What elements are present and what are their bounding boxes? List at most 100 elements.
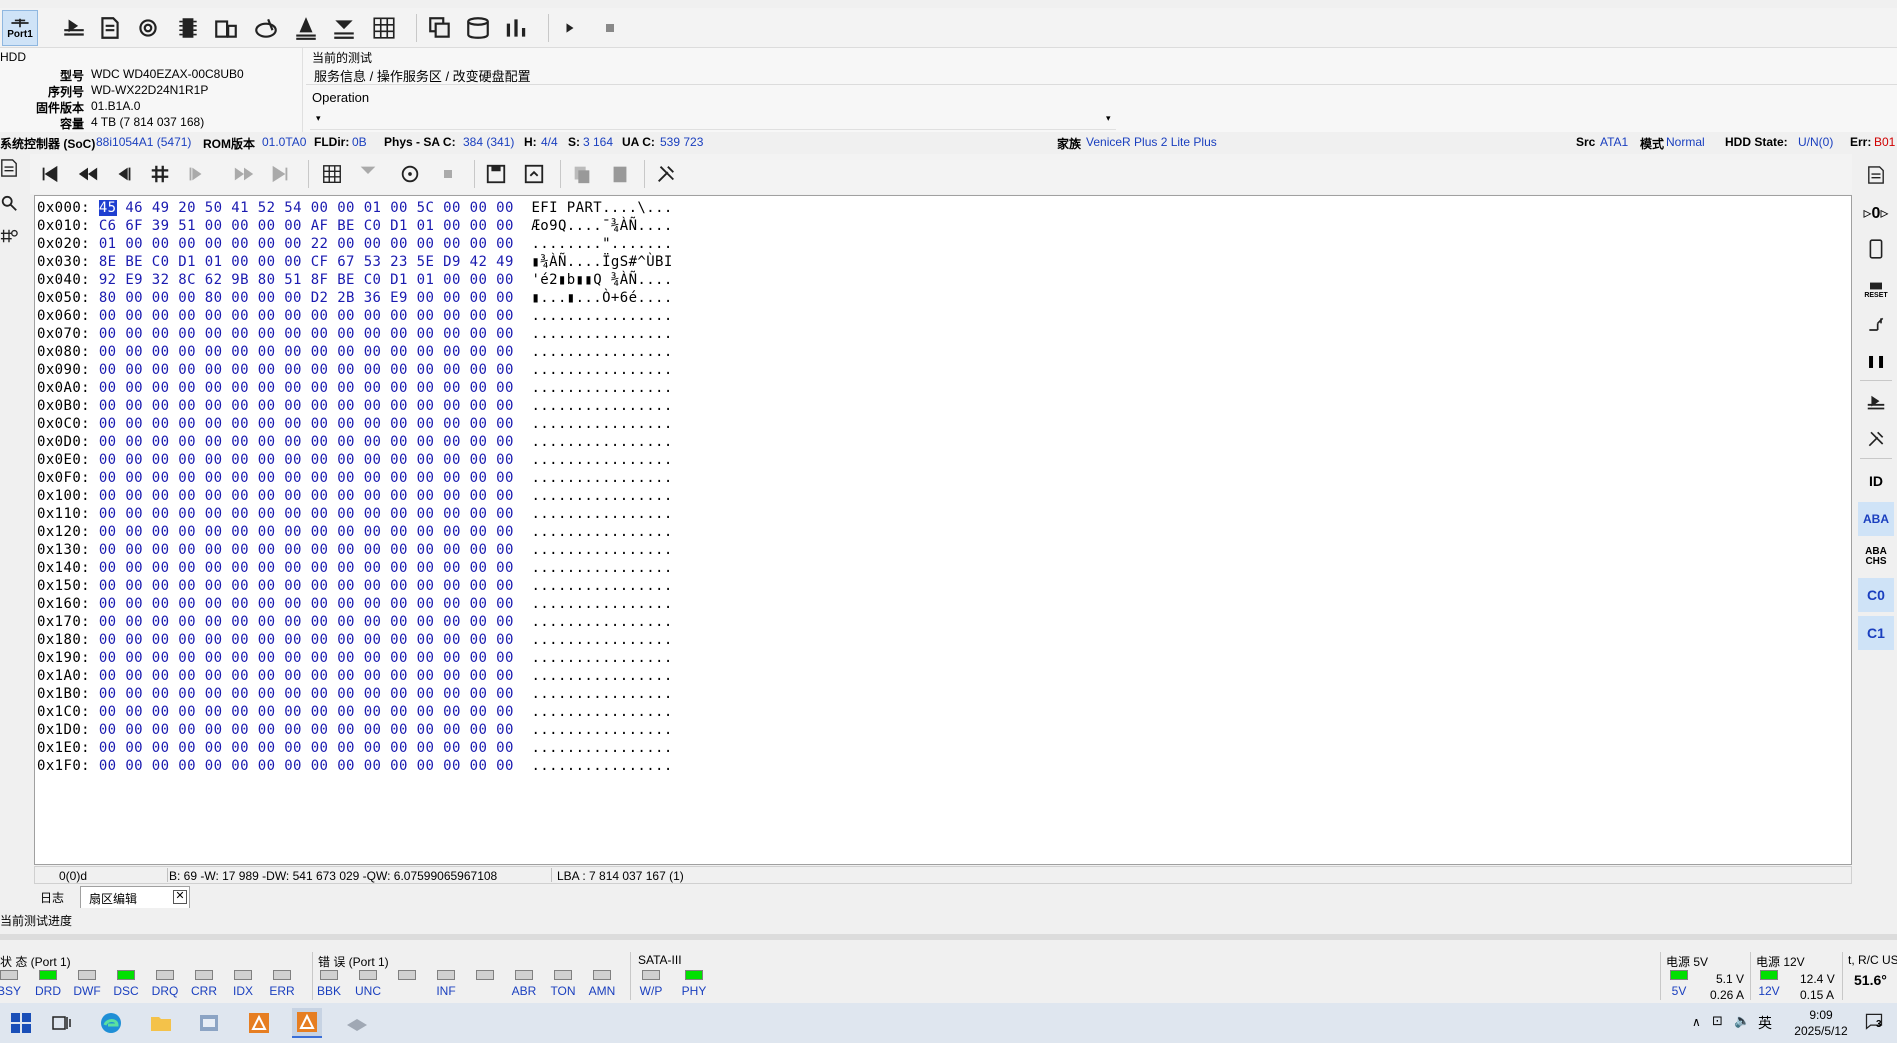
hex-row[interactable]: 0x160: 00 00 00 00 00 00 00 00 00 00 00 … [37, 596, 673, 614]
hex-row-ascii[interactable]: ................ [531, 758, 672, 774]
hex-row[interactable]: 0x180: 00 00 00 00 00 00 00 00 00 00 00 … [37, 632, 673, 650]
hex-row-ascii[interactable]: ................ [531, 524, 672, 540]
hex-row-ascii[interactable]: ................ [531, 344, 672, 360]
hex-row[interactable]: 0x020: 01 00 00 00 00 00 00 00 22 00 00 … [37, 236, 673, 254]
right-tools-button[interactable] [1858, 422, 1894, 456]
hex-row-bytes[interactable]: 00 00 00 00 00 00 00 00 00 00 00 00 00 0… [99, 650, 514, 666]
hex-row[interactable]: 0x060: 00 00 00 00 00 00 00 00 00 00 00 … [37, 308, 673, 326]
hdd-tool-button[interactable] [342, 1008, 372, 1038]
hex-row-bytes[interactable]: 00 00 00 00 00 00 00 00 00 00 00 00 00 0… [99, 362, 514, 378]
pc3000-button[interactable] [244, 1008, 274, 1038]
hex-row-ascii[interactable]: ................ [531, 560, 672, 576]
hex-row-bytes[interactable]: 00 00 00 00 00 00 00 00 00 00 00 00 00 0… [99, 560, 514, 576]
hex-row-ascii[interactable]: ▮¾ÀÑ....ÏgS#^ÙBI [531, 254, 672, 270]
hex-row-ascii[interactable]: ................ [531, 506, 672, 522]
hex-row[interactable]: 0x120: 00 00 00 00 00 00 00 00 00 00 00 … [37, 524, 673, 542]
hex-row-bytes[interactable]: 00 00 00 00 00 00 00 00 00 00 00 00 00 0… [99, 614, 514, 630]
hex-row-ascii[interactable]: 'é2▮b▮▮Q ¾ÀÑ.... [531, 272, 672, 288]
hex-row-ascii[interactable]: ........"....... [531, 236, 672, 252]
copy-sector-button[interactable] [568, 160, 596, 188]
right-save-button[interactable] [1858, 386, 1894, 420]
hex-row-bytes[interactable]: 00 00 00 00 00 00 00 00 00 00 00 00 00 0… [99, 596, 514, 612]
hex-row[interactable]: 0x000: 45 46 49 20 50 41 52 54 00 00 01 … [37, 200, 673, 218]
hex-row-ascii[interactable]: ................ [531, 632, 672, 648]
hex-row-bytes[interactable]: 00 00 00 00 00 00 00 00 00 00 00 00 00 0… [99, 308, 514, 324]
hex-row[interactable]: 0x1E0: 00 00 00 00 00 00 00 00 00 00 00 … [37, 740, 673, 758]
hex-row-bytes[interactable]: 00 00 00 00 00 00 00 00 00 00 00 00 00 0… [99, 326, 514, 342]
hex-row-bytes[interactable]: 00 00 00 00 00 00 00 00 00 00 00 00 00 0… [99, 380, 514, 396]
c0-button[interactable]: C0 [1858, 578, 1894, 612]
hex-row-ascii[interactable]: ................ [531, 380, 672, 396]
hex-row-ascii[interactable]: ................ [531, 668, 672, 684]
save-sector-button[interactable] [482, 160, 510, 188]
hex-row[interactable]: 0x0B0: 00 00 00 00 00 00 00 00 00 00 00 … [37, 398, 673, 416]
hex-row-ascii[interactable]: ................ [531, 488, 672, 504]
hex-row-ascii[interactable]: ................ [531, 434, 672, 450]
hex-row[interactable]: 0x080: 00 00 00 00 00 00 00 00 00 00 00 … [37, 344, 673, 362]
hex-row-ascii[interactable]: ................ [531, 362, 672, 378]
hex-row-ascii[interactable]: ................ [531, 722, 672, 738]
disk-button[interactable] [94, 12, 126, 44]
stack-button[interactable] [462, 12, 494, 44]
phone-button[interactable] [1858, 232, 1894, 266]
play-button[interactable] [554, 12, 586, 44]
chip-button[interactable] [172, 12, 204, 44]
explorer-button[interactable] [146, 1008, 176, 1038]
head-button[interactable] [250, 12, 282, 44]
copy-button[interactable] [424, 12, 456, 44]
hex-row[interactable]: 0x1F0: 00 00 00 00 00 00 00 00 00 00 00 … [37, 758, 673, 776]
hex-row-bytes[interactable]: 00 00 00 00 00 00 00 00 00 00 00 00 00 0… [99, 740, 514, 756]
prev-fast-button[interactable] [74, 160, 102, 188]
hex-row-ascii[interactable]: ................ [531, 452, 672, 468]
hex-row-bytes[interactable]: 8E BE C0 D1 01 00 00 00 CF 67 53 23 5E D… [99, 254, 514, 270]
hex-row[interactable]: 0x1B0: 00 00 00 00 00 00 00 00 00 00 00 … [37, 686, 673, 704]
network-icon[interactable]: ⊡ [1712, 1013, 1723, 1029]
hex-row-bytes[interactable]: 00 00 00 00 00 00 00 00 00 00 00 00 00 0… [99, 722, 514, 738]
ime-indicator[interactable]: 英 [1758, 1013, 1772, 1033]
next-fast-button[interactable] [230, 160, 258, 188]
hex-row-bytes[interactable]: 92 E9 32 8C 62 9B 80 51 8F BE C0 D1 01 0… [99, 272, 514, 288]
hex-cursor-cell[interactable]: 45 [98, 200, 117, 216]
hex-row-ascii[interactable]: Æo9Q....¯¾ÀÑ.... [531, 218, 672, 234]
clock[interactable]: 9:09 2025/5/12 [1786, 1007, 1856, 1039]
hex-row-ascii[interactable]: ................ [531, 740, 672, 756]
right-doc-button[interactable] [1858, 158, 1894, 192]
hex-row-ascii[interactable]: ▮...▮...Ò+6é.... [531, 290, 672, 306]
tools-button[interactable] [652, 160, 680, 188]
pause-button[interactable]: ❚❚ [1858, 344, 1894, 378]
hex-row[interactable]: 0x010: C6 6F 39 51 00 00 00 00 AF BE C0 … [37, 218, 673, 236]
hex-row[interactable]: 0x050: 80 00 00 00 80 00 00 00 D2 2B 36 … [37, 290, 673, 308]
hex-row-ascii[interactable]: ................ [531, 326, 672, 342]
hex-row-ascii[interactable]: ................ [531, 542, 672, 558]
flash-button[interactable] [210, 12, 242, 44]
tab-log[interactable]: 日志 [32, 886, 72, 908]
hex-row-bytes[interactable]: 00 00 00 00 00 00 00 00 00 00 00 00 00 0… [99, 506, 514, 522]
first-sector-button[interactable] [36, 160, 64, 188]
tray-chevron-icon[interactable]: ∧ [1692, 1015, 1701, 1029]
hex-row-bytes[interactable]: 00 00 00 00 00 00 00 00 00 00 00 00 00 0… [99, 416, 514, 432]
hex-row-bytes[interactable]: 00 00 00 00 00 00 00 00 00 00 00 00 00 0… [99, 542, 514, 558]
goto-sector-button[interactable] [146, 160, 174, 188]
hex-row-ascii[interactable]: ................ [531, 416, 672, 432]
hex-row-bytes[interactable]: 00 00 00 00 00 00 00 00 00 00 00 00 00 0… [99, 704, 514, 720]
filter-button[interactable] [354, 160, 382, 188]
left-goto-button[interactable] [0, 226, 22, 250]
hex-row-bytes[interactable]: 00 00 00 00 00 00 00 00 00 00 00 00 00 0… [99, 668, 514, 684]
tab-sector-edit[interactable]: 扇区编辑 ✕ [80, 886, 190, 908]
prev-sector-button[interactable] [110, 160, 138, 188]
hex-row-ascii[interactable]: ................ [531, 614, 672, 630]
hex-row-ascii[interactable]: EFI PART....\... [531, 200, 672, 216]
hex-row[interactable]: 0x140: 00 00 00 00 00 00 00 00 00 00 00 … [37, 560, 673, 578]
zero-button[interactable]: ▹0▹ [1858, 196, 1894, 230]
sector-map-button[interactable] [318, 160, 346, 188]
hex-view[interactable]: 0x000: 45 46 49 20 50 41 52 54 00 00 01 … [34, 195, 1852, 865]
left-doc-button[interactable] [0, 158, 22, 182]
hex-row-bytes[interactable]: 00 00 00 00 00 00 00 00 00 00 00 00 00 0… [99, 488, 514, 504]
aba-chs-button[interactable]: ABA CHS [1858, 540, 1894, 574]
hex-row[interactable]: 0x0A0: 00 00 00 00 00 00 00 00 00 00 00 … [37, 380, 673, 398]
hex-row-bytes[interactable]: C6 6F 39 51 00 00 00 00 AF BE C0 D1 01 0… [99, 218, 514, 234]
notification-button[interactable]: 3 [1864, 1011, 1886, 1033]
hex-row[interactable]: 0x070: 00 00 00 00 00 00 00 00 00 00 00 … [37, 326, 673, 344]
hex-row-ascii[interactable]: ................ [531, 596, 672, 612]
hex-row[interactable]: 0x0D0: 00 00 00 00 00 00 00 00 00 00 00 … [37, 434, 673, 452]
